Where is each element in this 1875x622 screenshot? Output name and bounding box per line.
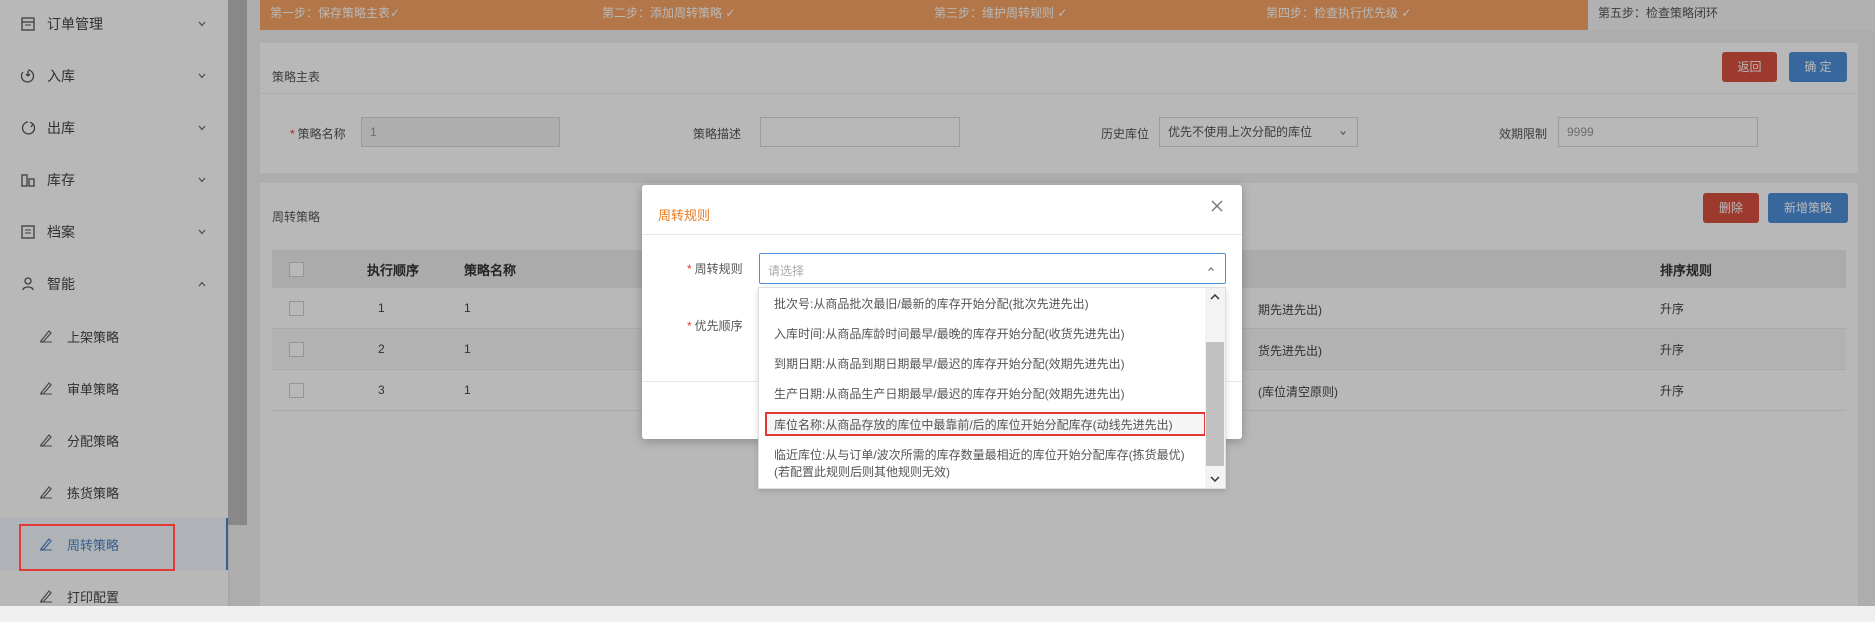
dropdown-option[interactable]: 生产日期:从商品生产日期最早/最迟的库存开始分配(效期先进先出)	[774, 385, 1125, 402]
chevron-up-icon	[1208, 267, 1214, 271]
priority-label: * 优先顺序	[687, 319, 743, 333]
rule-select-placeholder: 请选择	[768, 264, 805, 278]
rule-dropdown: 批次号:从商品批次最旧/最新的库存开始分配(批次先进先出) 入库时间:从商品库龄…	[758, 287, 1226, 489]
dropdown-option[interactable]: 入库时间:从商品库龄时间最早/最晚的库存开始分配(收货先进先出)	[774, 325, 1125, 342]
dropdown-option[interactable]: 批次号:从商品批次最旧/最新的库存开始分配(批次先进先出)	[774, 295, 1089, 312]
dropdown-option[interactable]: 到期日期:从商品到期日期最早/最迟的库存开始分配(效期先进先出)	[774, 355, 1125, 372]
chevron-up-icon[interactable]	[1209, 292, 1221, 302]
dropdown-option-note: (若配置此规则后则其他规则无效)	[774, 465, 950, 479]
dropdown-scrollbar[interactable]	[1205, 288, 1225, 488]
divider	[642, 234, 1242, 235]
chevron-down-icon[interactable]	[1209, 474, 1221, 484]
dropdown-option-selected[interactable]: 库位名称:从商品存放的库位中最靠前/后的库位开始分配库存(动线先进先出)	[774, 416, 1173, 433]
close-icon[interactable]	[1210, 199, 1224, 213]
scrollbar-thumb[interactable]	[1206, 342, 1224, 466]
rule-label: * 周转规则	[687, 262, 743, 276]
rule-select[interactable]: 请选择	[759, 253, 1226, 284]
dialog-title: 周转规则	[658, 208, 711, 223]
dropdown-option[interactable]: 临近库位:从与订单/波次所需的库存数量最相近的库位开始分配库存(拣货最优)	[774, 446, 1185, 463]
